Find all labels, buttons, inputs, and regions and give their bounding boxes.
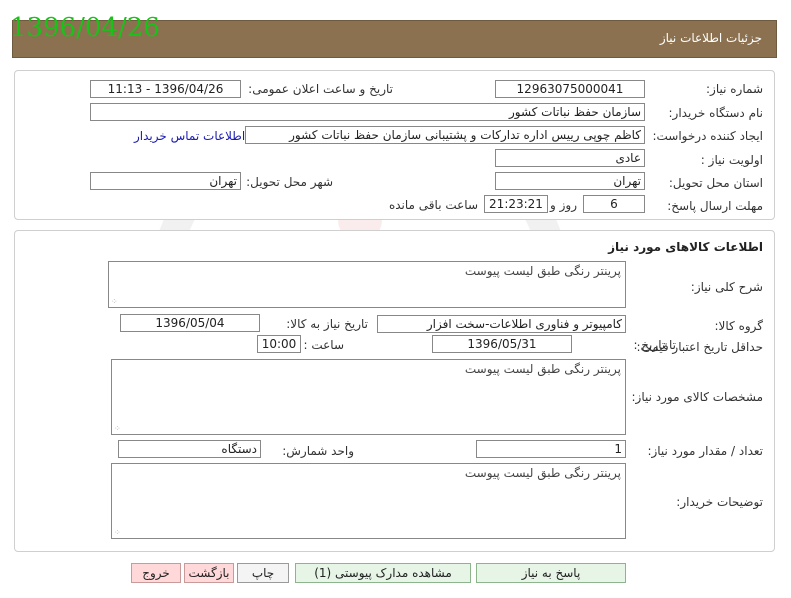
need-number-field: 12963075000041 <box>495 80 645 98</box>
buyer-notes-text: پرینتر رنگی طبق لیست پیوست <box>464 466 621 480</box>
goods-group-label: گروه کالا: <box>714 319 764 333</box>
deadline-time-field: 21:23:21 <box>484 195 548 213</box>
specs-text: پرینتر رنگی طبق لیست پیوست <box>464 362 621 376</box>
province-field: تهران <box>495 172 645 190</box>
resize-grip-icon[interactable]: ⁘ <box>114 529 121 537</box>
announce-label: تاریخ و ساعت اعلان عمومی: <box>248 82 393 96</box>
priority-label: اولویت نیاز : <box>700 153 763 167</box>
specs-label: مشخصات کالای مورد نیاز: <box>631 390 763 404</box>
need-date-field: 1396/05/04 <box>120 314 260 332</box>
view-attachments-button[interactable]: مشاهده مدارک پیوستی (1) <box>295 563 471 583</box>
time-suffix: ساعت باقی مانده <box>388 198 478 212</box>
goods-group-field: کامپیوتر و فناوری اطلاعات-سخت افزار <box>377 315 626 333</box>
page-title: جزئیات اطلاعات نیاز <box>659 31 762 45</box>
date-stamp: 1396/04/26 <box>10 13 160 43</box>
resize-grip-icon[interactable]: ⁘ <box>111 298 118 306</box>
exit-button[interactable]: خروج <box>131 563 181 583</box>
buyer-notes-label: توضیحات خریدار: <box>676 495 763 509</box>
city-field: تهران <box>90 172 241 190</box>
deadline-label: مهلت ارسال پاسخ: <box>667 199 763 213</box>
resize-grip-icon[interactable]: ⁘ <box>114 425 121 433</box>
announce-field: 1396/04/26 - 11:13 <box>90 80 241 98</box>
city-label: شهر محل تحویل: <box>246 175 333 189</box>
validity-date-field: 1396/05/31 <box>432 335 572 353</box>
goods-section-title: اطلاعات کالاهای مورد نیاز <box>608 240 763 254</box>
print-button[interactable]: چاپ <box>237 563 289 583</box>
quantity-field: 1 <box>476 440 626 458</box>
priority-field: عادی <box>495 149 645 167</box>
buyer-org-field: سازمان حفظ نباتات کشور <box>90 103 645 121</box>
need-date-label: تاریخ نیاز به کالا: <box>286 317 368 331</box>
validity-time-field: 10:00 <box>257 335 301 353</box>
province-label: استان محل تحویل: <box>668 176 763 190</box>
creator-label: ایجاد کننده درخواست: <box>652 129 763 143</box>
until-date-label: تا تاریخ : <box>633 338 676 352</box>
buyer-org-label: نام دستگاه خریدار: <box>668 106 764 120</box>
buyer-contact-link[interactable]: اطلاعات تماس خریدار <box>134 129 245 143</box>
back-button[interactable]: بازگشت <box>184 563 234 583</box>
buyer-notes-textarea: پرینتر رنگی طبق لیست پیوست ⁘ <box>111 463 626 539</box>
summary-textarea: پرینتر رنگی طبق لیست پیوست ⁘ <box>108 261 626 308</box>
unit-label: واحد شمارش: <box>282 444 354 458</box>
summary-text: پرینتر رنگی طبق لیست پیوست <box>464 264 621 278</box>
reply-button[interactable]: پاسخ به نیاز <box>476 563 626 583</box>
days-suffix: روز و <box>550 198 577 212</box>
specs-textarea: پرینتر رنگی طبق لیست پیوست ⁘ <box>111 359 626 435</box>
creator-field: کاظم چوپی رییس اداره تدارکات و پشتیبانی … <box>245 126 645 144</box>
validity-hour-label: ساعت : <box>303 338 344 352</box>
deadline-days-field: 6 <box>583 195 645 213</box>
quantity-label: تعداد / مقدار مورد نیاز: <box>647 444 763 458</box>
need-number-label: شماره نیاز: <box>706 82 763 96</box>
unit-field: دستگاه <box>118 440 261 458</box>
summary-label: شرح کلی نیاز: <box>690 280 763 294</box>
